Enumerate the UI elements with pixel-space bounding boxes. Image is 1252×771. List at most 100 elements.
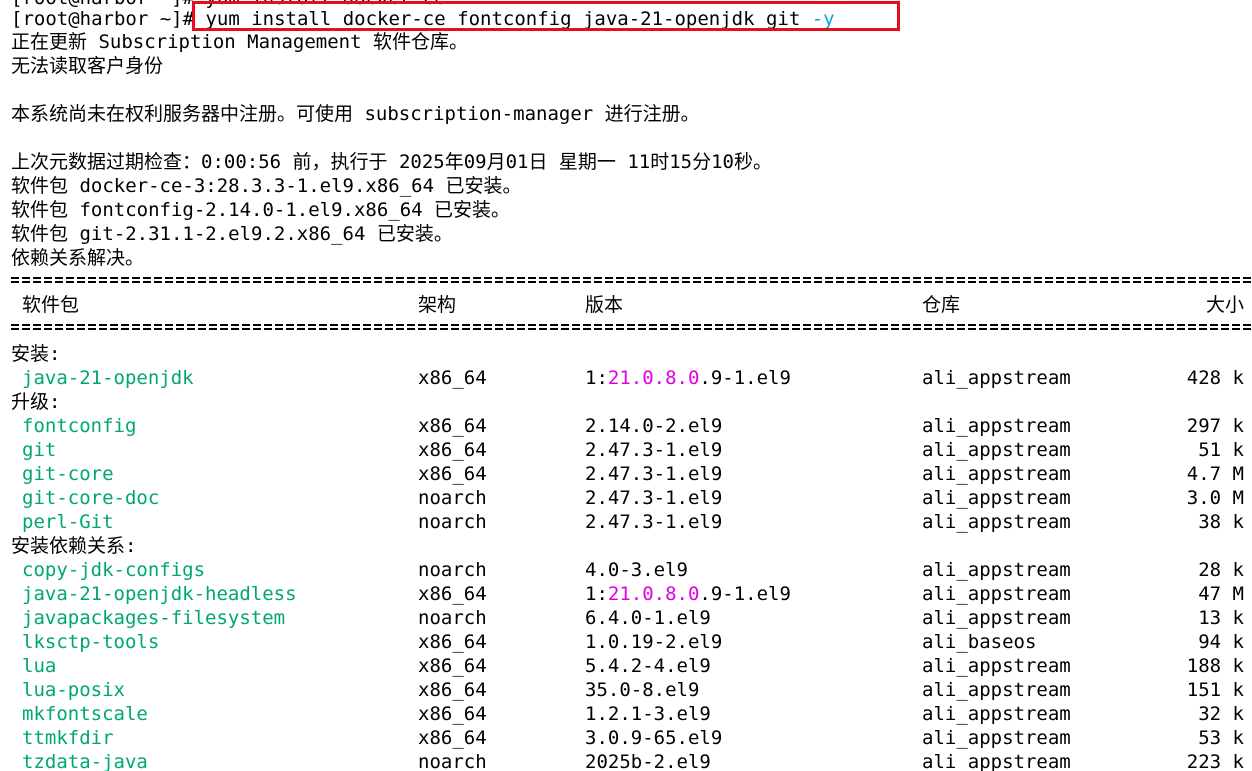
package-arch: x86_64 <box>418 679 487 701</box>
table-row: java-21-openjdk x86_64 1:21.0.8.0.9-1.el9 a… <box>11 366 1252 390</box>
version-part: 1.0.19-2.el9 <box>585 631 723 653</box>
package-repo: ali_appstream <box>922 367 1071 389</box>
header-size: 大小 <box>1205 294 1244 316</box>
table-header: 软件包 架构 版本 仓库 大小 <box>11 293 1252 317</box>
header-package: 软件包 <box>22 294 80 316</box>
version-part: 1: <box>585 583 608 605</box>
package-name: tzdata-java <box>22 751 148 771</box>
version-highlight: 21.0.8.0 <box>607 367 700 389</box>
package-size: 38 k <box>1198 511 1244 533</box>
header-repo: 仓库 <box>922 294 961 316</box>
package-arch: noarch <box>418 511 487 533</box>
output-line: 无法读取客户身份 <box>11 55 164 77</box>
version-part: 4.0-3.el9 <box>585 559 688 581</box>
package-arch: x86_64 <box>418 463 487 485</box>
package-version: 2.14.0-2.el9 <box>585 414 722 438</box>
package-repo: ali_appstream <box>922 415 1071 437</box>
version-part: 2.14.0-2.el9 <box>585 415 723 437</box>
package-repo: ali_appstream <box>922 727 1071 749</box>
package-version: 2.47.3-1.el9 <box>585 510 722 534</box>
package-size: 223 k <box>1186 751 1244 771</box>
package-size: 47 M <box>1198 583 1244 605</box>
version-part: 1: <box>585 367 608 389</box>
package-arch: noarch <box>418 487 487 509</box>
section-title: 安装: <box>11 343 61 365</box>
package-name: mkfontscale <box>22 703 148 725</box>
package-version: 5.4.2-4.el9 <box>585 654 711 678</box>
table-separator-top <box>11 274 1252 286</box>
package-size: 151 k <box>1186 679 1244 701</box>
package-size: 4.7 M <box>1186 463 1244 485</box>
package-size: 94 k <box>1198 631 1244 653</box>
package-repo: ali_appstream <box>922 559 1071 581</box>
section-title: 升级: <box>11 391 61 413</box>
version-part: 2.47.3-1.el9 <box>585 511 723 533</box>
package-name: lua-posix <box>22 679 125 701</box>
package-version: 2.47.3-1.el9 <box>585 462 722 486</box>
package-arch: noarch <box>418 559 487 581</box>
section-title: 安装依赖关系: <box>11 535 137 557</box>
package-repo: ali_appstream <box>922 511 1071 533</box>
package-size: 51 k <box>1198 439 1244 461</box>
package-arch: x86_64 <box>418 655 487 677</box>
package-size: 297 k <box>1186 415 1244 437</box>
package-version: 1.0.19-2.el9 <box>585 630 722 654</box>
package-repo: ali_appstream <box>922 487 1071 509</box>
package-repo: ali_appstream <box>922 463 1071 485</box>
output-line: 软件包 fontconfig-2.14.0-1.el9.x86_64 已安装。 <box>11 199 511 221</box>
package-version: 2025b-2.el9 <box>585 750 711 771</box>
package-name: git-core-doc <box>22 487 160 509</box>
package-name: lksctp-tools <box>22 631 160 653</box>
table-row: mkfontscale x86_64 1.2.1-3.el9 ali_appstrea… <box>11 702 1252 726</box>
version-part: 3.0.9-65.el9 <box>585 727 723 749</box>
version-part: 6.4.0-1.el9 <box>585 607 711 629</box>
package-repo: ali_appstream <box>922 583 1071 605</box>
table-row: tzdata-java noarch 2025b-2.el9 ali_appstrea… <box>11 750 1252 771</box>
command-highlight-box <box>192 1 900 31</box>
package-version: 1.2.1-3.el9 <box>585 702 711 726</box>
package-version: 1:21.0.8.0.9-1.el9 <box>585 366 791 390</box>
package-arch: noarch <box>418 751 487 771</box>
table-row: java-21-openjdk-headless x86_64 1:21.0.8.0… <box>11 582 1252 606</box>
package-arch: noarch <box>418 607 487 629</box>
output-line: 软件包 git-2.31.1-2.el9.2.x86_64 已安装。 <box>11 223 453 245</box>
package-name: perl-Git <box>22 511 114 533</box>
output-line: 本系统尚未在权利服务器中注册。可使用 subscription-manager … <box>11 103 700 125</box>
package-arch: x86_64 <box>418 727 487 749</box>
package-arch: x86_64 <box>418 439 487 461</box>
table-row: perl-Git noarch 2.47.3-1.el9 ali_appstream 3… <box>11 510 1252 534</box>
version-part: 2.47.3-1.el9 <box>585 487 723 509</box>
package-size: 188 k <box>1186 655 1244 677</box>
package-arch: x86_64 <box>418 631 487 653</box>
package-repo: ali_appstream <box>922 655 1071 677</box>
package-size: 3.0 M <box>1186 487 1244 509</box>
shell-prompt: [root@harbor ~]# <box>11 8 206 30</box>
version-part: 5.4.2-4.el9 <box>585 655 711 677</box>
terminal-window[interactable]: [root@harbor ~]# yum install docker-ce [… <box>0 0 1252 771</box>
output-line: 上次元数据过期检查：0:00:56 前，执行于 2025年09月01日 星期一 … <box>11 151 772 173</box>
package-version: 35.0-8.el9 <box>585 678 699 702</box>
package-size: 13 k <box>1198 607 1244 629</box>
table-row: git-core-doc noarch 2.47.3-1.el9 ali_appstr… <box>11 486 1252 510</box>
package-arch: x86_64 <box>418 367 487 389</box>
table-row: lua-posix x86_64 35.0-8.el9 ali_appstream 15… <box>11 678 1252 702</box>
package-repo: ali_appstream <box>922 439 1071 461</box>
package-name: ttmkfdir <box>22 727 114 749</box>
package-repo: ali_baseos <box>922 631 1037 653</box>
table-row: lua x86_64 5.4.2-4.el9 ali_appstream 188 k <box>11 654 1252 678</box>
package-name: javapackages-filesystem <box>22 607 286 629</box>
output-line: 依赖关系解决。 <box>11 247 145 269</box>
package-version: 3.0.9-65.el9 <box>585 726 722 750</box>
table-row: javapackages-filesystem noarch 6.4.0-1.el9… <box>11 606 1252 630</box>
package-name: copy-jdk-configs <box>22 559 206 581</box>
package-name: git <box>22 439 57 461</box>
table-row: git x86_64 2.47.3-1.el9 ali_appstream 51 k <box>11 438 1252 462</box>
version-part: 2025b-2.el9 <box>585 751 711 771</box>
version-highlight: 21.0.8.0 <box>607 583 700 605</box>
table-row: copy-jdk-configs noarch 4.0-3.el9 ali_appst… <box>11 558 1252 582</box>
version-part: 1.2.1-3.el9 <box>585 703 711 725</box>
table-row: fontconfig x86_64 2.14.0-2.el9 ali_appstrea… <box>11 414 1252 438</box>
package-name: git-core <box>22 463 114 485</box>
package-version: 2.47.3-1.el9 <box>585 486 722 510</box>
package-size: 428 k <box>1186 367 1244 389</box>
